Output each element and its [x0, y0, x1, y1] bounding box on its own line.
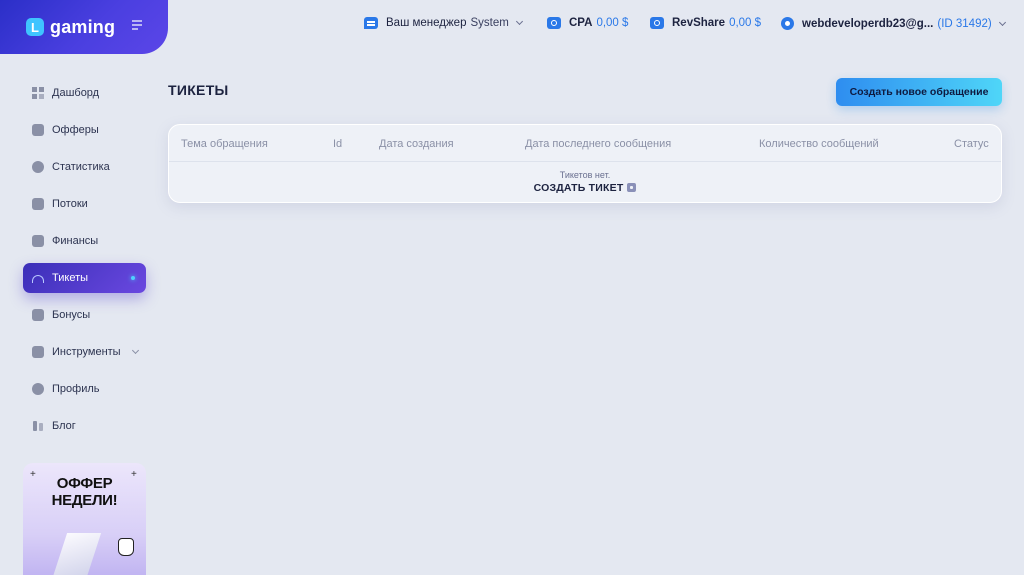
user-dropdown[interactable]: webdeveloperdb23@g... (ID 31492) — [781, 17, 1006, 30]
sidebar: Дашборд Офферы Статистика Потоки Финансы… — [23, 78, 146, 448]
table-header: Тема обращения Id Дата создания Дата пос… — [169, 125, 1001, 162]
user-id: (ID 31492) — [937, 17, 992, 30]
sidebar-item-label: Профиль — [52, 383, 100, 395]
sidebar-item-label: Инструменты — [52, 346, 121, 358]
revshare-label: RevShare — [672, 17, 726, 29]
user-email: webdeveloperdb23@g... — [802, 17, 934, 30]
manager-label: Ваш менеджер — [386, 17, 467, 29]
create-ticket-link[interactable]: СОЗДАТЬ ТИКЕТ — [169, 182, 1001, 194]
statistics-icon — [32, 161, 44, 173]
sidebar-item-label: Статистика — [52, 161, 110, 173]
plus-icon — [627, 183, 637, 192]
active-indicator — [131, 276, 135, 280]
blog-icon — [32, 420, 44, 432]
money-icon — [547, 17, 561, 29]
sidebar-item-label: Финансы — [52, 235, 99, 247]
sidebar-item-finance[interactable]: Финансы — [23, 226, 146, 256]
cpa-balance[interactable]: CPA 0,00 $ — [547, 17, 628, 29]
sidebar-item-label: Потоки — [52, 198, 88, 210]
chevron-down-icon — [515, 17, 523, 26]
streams-icon — [32, 198, 44, 210]
offer-of-week-banner[interactable]: + + ОФФЕР НЕДЕЛИ! — [23, 463, 146, 575]
sidebar-item-label: Офферы — [52, 124, 99, 136]
sidebar-item-tickets[interactable]: Тикеты — [23, 263, 146, 293]
sidebar-item-profile[interactable]: Профиль — [23, 374, 146, 404]
menu-toggle-icon[interactable] — [132, 20, 142, 32]
sidebar-item-label: Бонусы — [52, 309, 91, 321]
profile-icon — [32, 383, 44, 395]
column-header-created[interactable]: Дата создания — [379, 138, 454, 150]
column-header-subject[interactable]: Тема обращения — [181, 138, 268, 150]
sidebar-item-tools[interactable]: Инструменты — [23, 337, 146, 367]
page-title: ТИКЕТЫ — [168, 82, 229, 98]
top-bar: Ваш менеджер System CPA 0,00 $ RevShare … — [168, 0, 1024, 54]
sidebar-item-blog[interactable]: Блог — [23, 411, 146, 441]
chevron-down-icon — [131, 346, 140, 355]
money-icon — [650, 17, 664, 29]
revshare-value: 0,00 $ — [729, 17, 762, 29]
pointer-hand-icon — [118, 538, 134, 556]
headset-icon — [32, 275, 44, 283]
sidebar-item-statistics[interactable]: Статистика — [23, 152, 146, 182]
tickets-table: Тема обращения Id Дата создания Дата пос… — [168, 124, 1002, 203]
sidebar-item-label: Блог — [52, 420, 76, 432]
sidebar-item-dashboard[interactable]: Дашборд — [23, 78, 146, 108]
offer-title: ОФФЕР НЕДЕЛИ! — [51, 475, 118, 509]
finance-icon — [32, 235, 44, 247]
manager-value: System — [470, 17, 509, 29]
user-icon — [781, 17, 794, 30]
dashboard-icon — [32, 87, 44, 99]
column-header-last-message[interactable]: Дата последнего сообщения — [525, 138, 671, 150]
sidebar-item-streams[interactable]: Потоки — [23, 189, 146, 219]
column-header-status[interactable]: Статус — [954, 138, 989, 150]
empty-state-text: Тикетов нет. — [559, 170, 611, 180]
sidebar-item-label: Дашборд — [52, 87, 100, 99]
logo-block[interactable]: L gaming — [0, 0, 168, 54]
logo-text: gaming — [50, 16, 116, 37]
tools-icon — [32, 346, 44, 358]
create-ticket-button[interactable]: Создать новое обращение — [836, 78, 1002, 106]
chat-icon — [364, 17, 378, 29]
sidebar-item-bonuses[interactable]: Бонусы — [23, 300, 146, 330]
offers-icon — [32, 124, 44, 136]
sidebar-item-offers[interactable]: Офферы — [23, 115, 146, 145]
cpa-label: CPA — [569, 17, 593, 29]
chevron-down-icon — [998, 18, 1006, 26]
revshare-balance[interactable]: RevShare 0,00 $ — [650, 17, 761, 29]
manager-dropdown[interactable]: Ваш менеджер System — [364, 17, 523, 29]
bonus-icon — [32, 309, 44, 321]
column-header-message-count[interactable]: Количество сообщений — [759, 138, 879, 150]
sidebar-item-label: Тикеты — [52, 272, 89, 284]
column-header-id[interactable]: Id — [333, 138, 342, 150]
offer-3d-logo-icon — [50, 533, 102, 575]
logo-icon: L — [26, 18, 44, 36]
cpa-value: 0,00 $ — [596, 17, 629, 29]
